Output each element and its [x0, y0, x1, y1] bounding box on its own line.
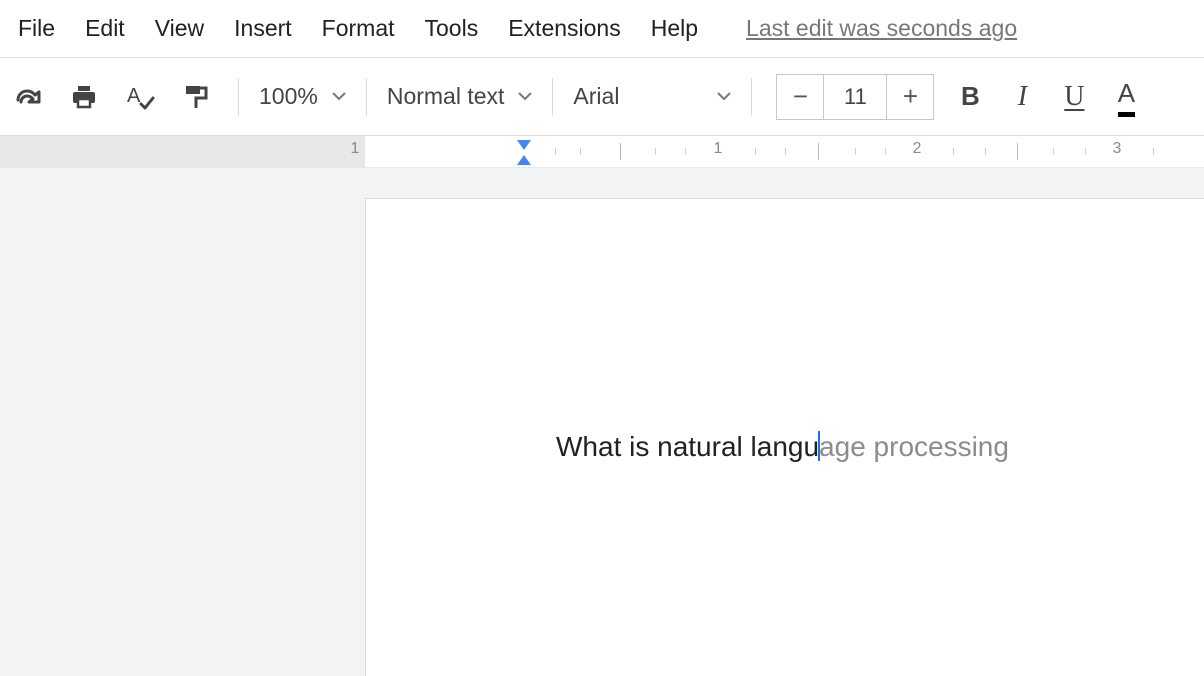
font-family-select[interactable]: Arial	[567, 83, 737, 110]
menubar: File Edit View Insert Format Tools Exten…	[0, 0, 1204, 58]
menu-view[interactable]: View	[155, 15, 204, 42]
left-indent-marker[interactable]	[515, 153, 533, 168]
menu-format[interactable]: Format	[322, 15, 395, 42]
typed-text: What is natural langu	[556, 431, 819, 462]
menu-edit[interactable]: Edit	[85, 15, 125, 42]
document-page[interactable]: What is natural language processing	[365, 198, 1204, 676]
paragraph-style-value: Normal text	[387, 83, 505, 110]
italic-button[interactable]: I	[1000, 74, 1044, 120]
toolbar-divider	[552, 78, 553, 116]
font-size-control: − 11 +	[776, 74, 934, 120]
paint-format-icon	[182, 83, 210, 111]
print-button[interactable]	[62, 74, 106, 120]
font-size-increase-button[interactable]: +	[887, 75, 933, 119]
underline-button[interactable]: U	[1052, 74, 1096, 120]
paint-format-button[interactable]	[174, 74, 218, 120]
ruler-inner: 1 1 2 3	[365, 136, 1204, 167]
font-size-input[interactable]: 11	[823, 75, 887, 119]
document-canvas: What is natural language processing	[0, 168, 1204, 676]
toolbar-divider	[238, 78, 239, 116]
redo-button[interactable]	[6, 74, 50, 120]
chevron-down-icon	[717, 92, 731, 102]
plus-icon: +	[903, 81, 918, 112]
redo-icon	[14, 86, 42, 108]
zoom-value: 100%	[259, 83, 318, 110]
menu-extensions[interactable]: Extensions	[508, 15, 621, 42]
first-line-indent-marker[interactable]	[515, 138, 533, 154]
toolbar-divider	[366, 78, 367, 116]
zoom-select[interactable]: 100%	[253, 83, 352, 110]
ruler-label: 2	[913, 140, 922, 158]
toolbar-divider	[751, 78, 752, 116]
font-family-value: Arial	[573, 83, 619, 110]
text-color-icon: A	[1118, 78, 1135, 115]
svg-text:A: A	[127, 85, 141, 107]
last-edit-link[interactable]: Last edit was seconds ago	[746, 15, 1017, 42]
text-color-button[interactable]: A	[1104, 74, 1148, 120]
minus-icon: −	[793, 81, 808, 112]
menu-insert[interactable]: Insert	[234, 15, 292, 42]
document-text-line[interactable]: What is natural language processing	[556, 431, 1009, 463]
underline-icon: U	[1064, 81, 1084, 113]
menu-help[interactable]: Help	[651, 15, 698, 42]
autocomplete-suggestion: age processing	[819, 431, 1009, 462]
ruler-label: 3	[1113, 140, 1122, 158]
chevron-down-icon	[332, 92, 346, 102]
spellcheck-button[interactable]: A	[118, 74, 162, 120]
ruler-label: 1	[351, 140, 360, 158]
toolbar: A 100% Normal text Arial	[0, 58, 1204, 136]
paragraph-style-select[interactable]: Normal text	[381, 83, 539, 110]
menu-file[interactable]: File	[18, 15, 55, 42]
print-icon	[70, 84, 98, 110]
chevron-down-icon	[518, 92, 532, 102]
spellcheck-icon: A	[125, 84, 155, 110]
bold-button[interactable]: B	[948, 74, 992, 120]
ruler-label: 1	[714, 140, 723, 158]
font-size-decrease-button[interactable]: −	[777, 75, 823, 119]
ruler[interactable]: 1 1 2 3	[0, 136, 1204, 168]
menu-tools[interactable]: Tools	[425, 15, 479, 42]
